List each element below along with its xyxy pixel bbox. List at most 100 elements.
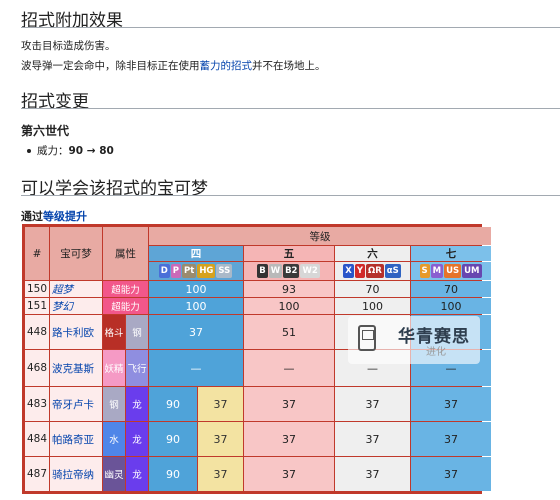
version-badge: SS (216, 264, 233, 278)
gen-5-level: 37 (244, 422, 334, 456)
pokemon-name-cell: 波克基斯 (50, 350, 102, 386)
dex-number: 487 (25, 457, 49, 491)
gen-4-header: 四 (149, 246, 243, 261)
gen-6-level: 37 (335, 422, 410, 456)
col-pokemon: 宝可梦 (50, 227, 102, 280)
gen-6-level: 37 (335, 457, 410, 491)
pokemon-name-link[interactable]: 骑拉帝纳 (52, 469, 94, 481)
power-change-item: 威力：90 → 80 (27, 143, 114, 158)
gen-5-level: 51 (244, 315, 334, 349)
gen-6-level: 100 (335, 298, 410, 314)
gen-7-header: 七 (411, 246, 492, 261)
dex-number: 468 (25, 350, 49, 386)
version-badge: Pt (182, 264, 197, 278)
gen-7-level: 37 (411, 387, 492, 421)
charging-moves-link[interactable]: 蓄力的招式 (200, 60, 253, 72)
type-cell[interactable]: 格斗 (103, 315, 125, 349)
pokemon-name-link[interactable]: 梦幻 (52, 301, 73, 313)
version-badge: P (170, 264, 182, 278)
version-badge: US (444, 264, 462, 278)
type-cell[interactable]: 龙 (126, 422, 148, 456)
gen-4-level: — (149, 350, 243, 386)
version-badge: M (430, 264, 444, 278)
gen-5-level: 93 (244, 281, 334, 297)
effect-text-2-post: 并不在场地上。 (252, 60, 326, 72)
pokemon-name-cell: 骑拉帝纳 (50, 457, 102, 491)
type-cell[interactable]: 水 (103, 422, 125, 456)
version-badge: S (419, 264, 430, 278)
learn-method-heading: 通过等级提升 (21, 208, 87, 224)
version-badge: X (343, 264, 354, 278)
version-badge: B (257, 264, 268, 278)
pokemon-name-cell: 梦幻 (50, 298, 102, 314)
effect-text-1: 攻击目标造成伤害。 (21, 40, 116, 52)
pokemon-name-link[interactable]: 帝牙卢卡 (52, 399, 94, 411)
type-cell[interactable]: 龙 (126, 457, 148, 491)
pokemon-name-cell: 超梦 (50, 281, 102, 297)
bullet-icon (27, 149, 31, 153)
gen-6-level: 37 (335, 387, 410, 421)
section-divider (21, 27, 560, 28)
gen-7-level: 100 (411, 298, 492, 314)
version-badge: Y (354, 264, 365, 278)
dex-number: 484 (25, 422, 49, 456)
gen-7-versions: S M US UM (411, 262, 492, 280)
gen-5-level: — (244, 350, 334, 386)
pokemon-name-cell: 路卡利欧 (50, 315, 102, 349)
col-level: 等级 (149, 227, 492, 245)
version-badge: ΩR (365, 264, 384, 278)
table-row: 483 帝牙卢卡钢龙 90 37 37 37 37 (25, 387, 492, 421)
version-badge: D (158, 264, 170, 278)
gen-6-header: 六 (335, 246, 410, 261)
dex-number: 150 (25, 281, 49, 297)
pokemon-name-link[interactable]: 帕路奇亚 (52, 434, 94, 446)
pokemon-name-link[interactable]: 超梦 (52, 284, 73, 296)
gen-7-level: 70 (411, 281, 492, 297)
gen-4-level: 37 (149, 315, 243, 349)
type-cell[interactable]: 龙 (126, 387, 148, 421)
power-label: 威力： (37, 145, 69, 157)
version-badge: αS (384, 264, 401, 278)
gen-4-level: 100 (149, 281, 243, 297)
gen-4-level-alt: 37 (198, 457, 243, 491)
level-up-link[interactable]: 等级提升 (43, 210, 87, 223)
gen-4-level: 100 (149, 298, 243, 314)
gen-5-header: 五 (244, 246, 334, 261)
gen-7-level: 37 (411, 457, 492, 491)
learn-method-pre: 通过 (21, 210, 43, 223)
effect-text-2: 波导弹一定会命中，除非目标正在使用蓄力的招式并不在场地上。 (21, 58, 326, 73)
version-badge: UM (462, 264, 482, 278)
watermark-subtext: 进化 (426, 347, 446, 358)
gen-5-versions: B W B2 W2 (244, 262, 334, 280)
type-cell[interactable]: 钢 (126, 315, 148, 349)
type-cell[interactable]: 妖精 (103, 350, 125, 386)
gen-4-level: 90 (149, 422, 197, 456)
table-row: 150 超梦 超能力 100 93 70 70 (25, 281, 492, 297)
gen-7-level: 37 (411, 422, 492, 456)
effect-text-2-pre: 波导弹一定会命中，除非目标正在使用 (21, 60, 200, 72)
type-cell[interactable]: 超能力 (103, 298, 148, 314)
table-row: 484 帕路奇亚水龙 90 37 37 37 37 (25, 422, 492, 456)
type-cell[interactable]: 超能力 (103, 281, 148, 297)
pokemon-name-cell: 帝牙卢卡 (50, 387, 102, 421)
type-cell[interactable]: 幽灵 (103, 457, 125, 491)
table-row: 487 骑拉帝纳 幽灵龙 90 37 37 37 37 (25, 457, 492, 491)
section-divider (21, 195, 560, 196)
pokemon-name-link[interactable]: 波克基斯 (52, 363, 94, 375)
gameboy-icon (358, 325, 376, 351)
dex-number: 483 (25, 387, 49, 421)
version-badge: W (268, 264, 283, 278)
type-cell[interactable]: 飞行 (126, 350, 148, 386)
gen-4-level-alt: 37 (198, 387, 243, 421)
dex-number: 151 (25, 298, 49, 314)
gen-heading: 第六世代 (21, 124, 70, 138)
gen-4-level: 90 (149, 387, 197, 421)
gen-5-level: 37 (244, 387, 334, 421)
section-divider (21, 108, 560, 109)
pokemon-name-link[interactable]: 路卡利欧 (52, 327, 94, 339)
type-cell[interactable]: 钢 (103, 387, 125, 421)
dex-number: 448 (25, 315, 49, 349)
version-badge: HG (197, 264, 216, 278)
version-badge: B2 (283, 264, 300, 278)
pokemon-name-cell: 帕路奇亚 (50, 422, 102, 456)
